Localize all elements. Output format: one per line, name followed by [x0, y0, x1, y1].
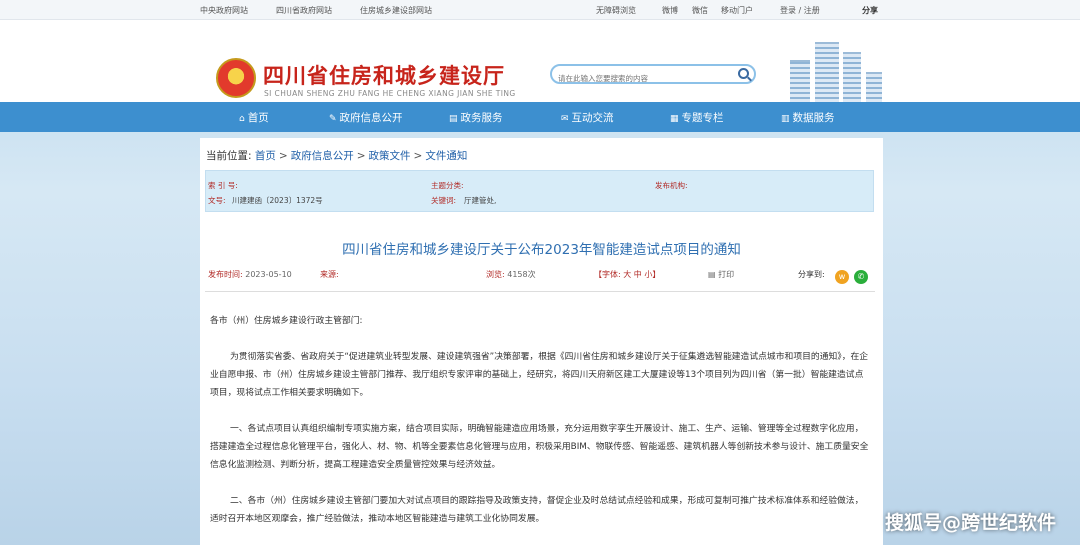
weibo-link[interactable]: 微博 — [662, 5, 678, 16]
print-icon: ▤ — [708, 270, 716, 279]
accessibility-link[interactable]: 无障碍浏览 — [596, 5, 636, 16]
breadcrumb: 当前位置: 首页 > 政府信息公开 > 政策文件 > 文件通知 — [206, 150, 468, 162]
search-icon[interactable] — [738, 68, 749, 79]
nav-item-gov-info[interactable]: ✎ 政府信息公开 — [329, 110, 403, 125]
doc-number-value: 川建建函〔2023〕1372号 — [232, 196, 323, 205]
link-sichuan-gov[interactable]: 四川省政府网站 — [276, 5, 332, 16]
breadcrumb-home[interactable]: 首页 — [255, 150, 276, 162]
nav-item-interaction[interactable]: ✉ 互动交流 — [561, 110, 614, 125]
data-icon: ▥ — [781, 114, 790, 124]
font-size-control[interactable]: 【字体: 大 中 小】 — [594, 269, 660, 280]
nav-item-home[interactable]: ⌂ 首页 — [239, 110, 269, 125]
article-paragraph: 为贯彻落实省委、省政府关于“促进建筑业转型发展、建设建筑强省”决策部署，根据《四… — [210, 352, 869, 398]
nav-item-gov-service[interactable]: ▤ 政务服务 — [449, 110, 503, 125]
link-mohurd[interactable]: 住房城乡建设部网站 — [360, 5, 432, 16]
index-label: 索 引 号: — [208, 181, 238, 190]
service-icon: ▤ — [449, 114, 458, 124]
wechat-share-icon[interactable]: ✆ — [854, 270, 868, 284]
doc-number-label: 文号: — [208, 196, 226, 205]
print-button[interactable]: ▤ 打印 — [708, 269, 734, 280]
column-icon: ▦ — [670, 114, 679, 124]
article-salutation: 各市（州）住房城乡建设行政主管部门: — [210, 316, 363, 326]
share-link[interactable]: 分享 — [862, 5, 878, 16]
search-input[interactable] — [552, 70, 732, 87]
login-register-link[interactable]: 登录 / 注册 — [780, 5, 820, 16]
skyline-building — [815, 42, 839, 102]
site-title[interactable]: 四川省住房和城乡建设厅 — [263, 60, 505, 90]
source-label: 来源: — [320, 270, 339, 279]
site-header: 四川省住房和城乡建设厅 SI CHUAN SHENG ZHU FANG HE C… — [0, 20, 1080, 102]
article-paragraph: 二、各市（州）住房城乡建设主管部门要加大对试点项目的跟踪指导及政策支持，督促企业… — [210, 496, 864, 524]
skyline-building — [790, 60, 810, 102]
breadcrumb-notice[interactable]: 文件通知 — [425, 150, 467, 162]
link-central-gov[interactable]: 中央政府网站 — [200, 5, 248, 16]
national-emblem-logo — [216, 58, 256, 98]
document-meta-box: 索 引 号: 主题分类: 发布机构: 文号: 川建建函〔2023〕1372号 关… — [205, 170, 874, 212]
weibo-share-icon[interactable]: w — [835, 270, 849, 284]
skyline-building — [866, 72, 882, 102]
publish-date: 发布时间: 2023-05-10 — [208, 270, 292, 279]
keywords-value: 厅建管处, — [464, 196, 497, 205]
views-count: 浏览: 4158次 — [486, 270, 536, 279]
keywords-label: 关键词: — [431, 196, 457, 205]
edit-icon: ✎ — [329, 114, 337, 124]
share-to-label: 分享到: — [798, 270, 825, 279]
home-icon: ⌂ — [239, 114, 245, 124]
main-nav: ⌂ 首页 ✎ 政府信息公开 ▤ 政务服务 ✉ 互动交流 ▦ 专题专栏 ▥ 数据服务 — [0, 102, 1080, 132]
mobile-portal-link[interactable]: 移动门户 — [721, 5, 753, 16]
sohu-watermark: 搜狐号@跨世纪软件 — [884, 512, 1056, 534]
top-utility-bar: 中央政府网站 四川省政府网站 住房城乡建设部网站 无障碍浏览 微博 微信 移动门… — [0, 0, 1080, 20]
article-title: 四川省住房和城乡建设厅关于公布2023年智能建造试点项目的通知 — [342, 242, 741, 258]
nav-item-data-service[interactable]: ▥ 数据服务 — [781, 110, 835, 125]
chat-icon: ✉ — [561, 114, 569, 124]
search-box — [550, 64, 756, 87]
divider — [205, 291, 875, 292]
article-paragraph: 一、各试点项目认真组织编制专项实施方案，结合项目实际，明确智能建造应用场景，充分… — [210, 424, 869, 470]
breadcrumb-policy[interactable]: 政策文件 — [369, 150, 411, 162]
site-subtitle: SI CHUAN SHENG ZHU FANG HE CHENG XIANG J… — [264, 89, 516, 98]
topic-label: 主题分类: — [431, 181, 464, 190]
breadcrumb-prefix: 当前位置: — [206, 150, 252, 162]
content-panel: 当前位置: 首页 > 政府信息公开 > 政策文件 > 文件通知 索 引 号: 主题分类: 发… — [200, 138, 883, 545]
skyline-building — [843, 52, 861, 102]
wechat-link[interactable]: 微信 — [692, 5, 708, 16]
issuer-label: 发布机构: — [655, 181, 688, 190]
nav-item-special-column[interactable]: ▦ 专题专栏 — [670, 110, 724, 125]
breadcrumb-gov-info[interactable]: 政府信息公开 — [291, 150, 354, 162]
